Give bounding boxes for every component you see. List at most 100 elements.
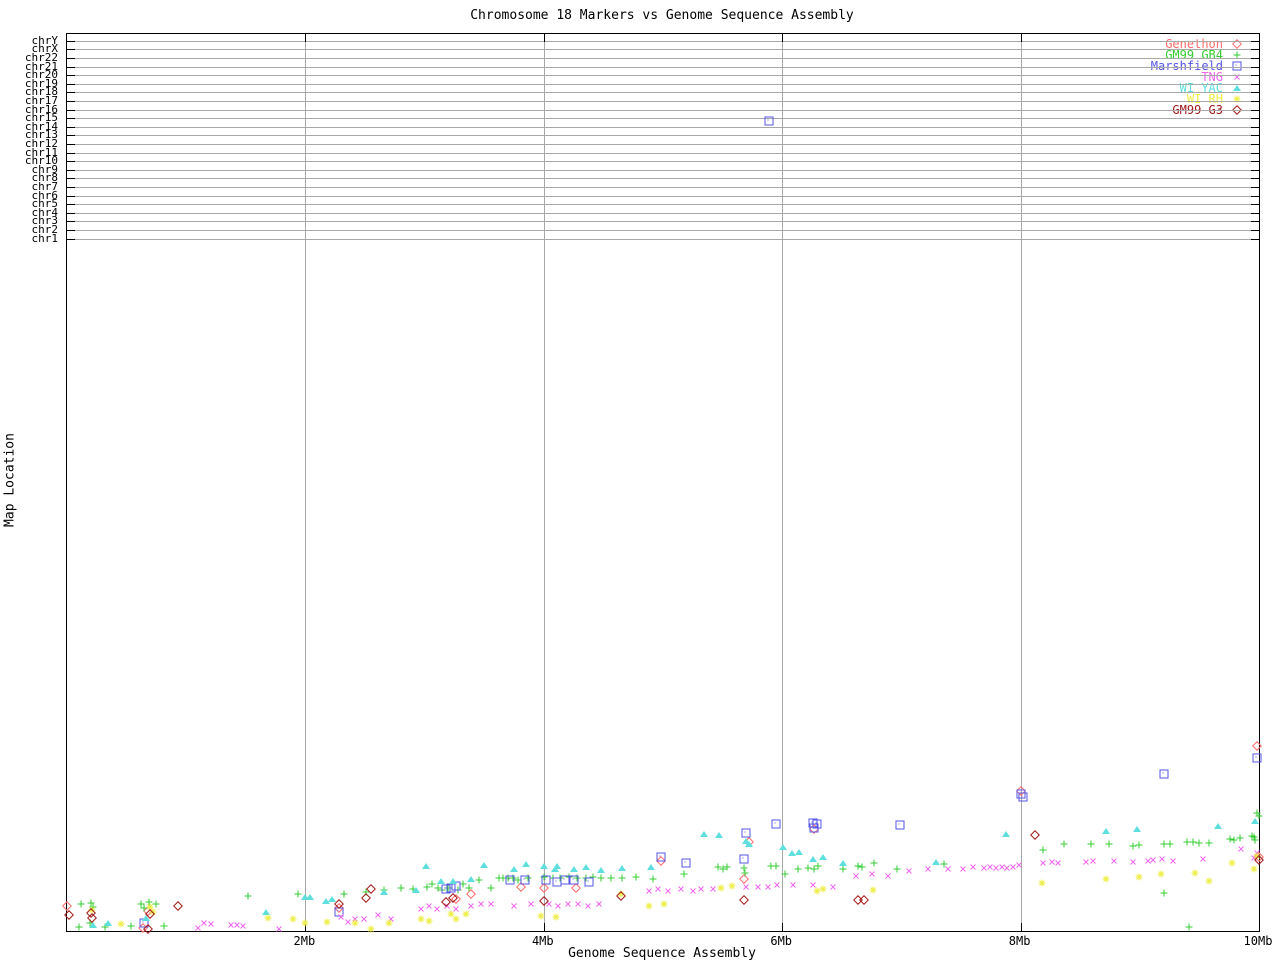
point-wi-rh [417, 915, 425, 923]
point-wi-rh [1205, 877, 1213, 885]
point-gm99-gb4 [723, 863, 731, 871]
point-gm99-g3 [859, 894, 870, 905]
point-wi-yac [1214, 823, 1223, 830]
x-tick-label-8Mb: 8Mb [1008, 934, 1031, 948]
point-gm99-gb4 [597, 874, 605, 882]
gridline-6Mb [782, 34, 784, 931]
point-wi-rh [728, 882, 736, 890]
top-tick [1020, 34, 1022, 42]
point-gm99-gb4 [1251, 836, 1259, 844]
point-tng [573, 899, 583, 909]
x-tick-label-4Mb: 4Mb [531, 934, 554, 948]
point-tng [1088, 856, 1098, 866]
triangle-marker-icon [1233, 84, 1241, 91]
right-tick [1251, 213, 1259, 215]
right-tick [1251, 144, 1259, 146]
point-tng [1236, 844, 1246, 854]
point-gm99-gb4 [1166, 840, 1174, 848]
left-tick [67, 58, 75, 60]
point-tng [509, 901, 519, 911]
point-wi-rh [385, 919, 393, 927]
point-marshfield [771, 819, 781, 829]
point-gm99-gb4 [858, 863, 866, 871]
chromosome-line-chr4 [67, 213, 1259, 215]
point-tng [851, 871, 861, 881]
point-tng [594, 899, 604, 909]
right-tick [1251, 239, 1259, 241]
point-tng [644, 886, 654, 896]
point-wi-yac [809, 856, 818, 863]
point-gm99-gb4 [607, 874, 615, 882]
point-marshfield [505, 875, 515, 885]
point-gm99-gb4 [465, 884, 473, 892]
chart-title: Chromosome 18 Markers vs Genome Sequence… [470, 8, 854, 23]
right-tick [1251, 153, 1259, 155]
point-tng [526, 899, 536, 909]
left-tick [67, 230, 75, 232]
point-gm99-gb4 [839, 865, 847, 873]
point-tng [829, 882, 839, 892]
point-gm99-gb4 [1087, 840, 1095, 848]
point-wi-rh [1102, 875, 1110, 883]
chromosome-line-chr12 [67, 144, 1259, 146]
point-wi-yac [1133, 825, 1142, 832]
point-gm99-gb4 [397, 884, 405, 892]
point-gm99-gb4 [1135, 841, 1143, 849]
right-tick [1251, 84, 1259, 86]
point-marshfield [809, 823, 819, 833]
left-tick [67, 118, 75, 120]
point-wi-rh [819, 885, 827, 893]
cross-marker-icon [1232, 72, 1242, 82]
point-gm99-gb4 [1060, 840, 1067, 848]
left-tick [67, 239, 75, 241]
point-tng [653, 884, 663, 894]
point-tng [923, 864, 933, 874]
chromosome-line-chr22 [67, 58, 1259, 60]
point-tng [663, 886, 673, 896]
point-wi-yac [794, 849, 803, 856]
point-wi-yac [103, 919, 112, 926]
point-gm99-gb4 [1236, 834, 1244, 842]
left-tick [67, 170, 75, 172]
point-marshfield [569, 875, 579, 885]
point-wi-rh [552, 913, 560, 921]
right-tick [1251, 58, 1259, 60]
point-gm99-gb4 [794, 865, 802, 873]
point-gm99-gb4 [1039, 846, 1047, 854]
left-tick [67, 153, 75, 155]
left-tick [67, 187, 75, 189]
right-tick [1251, 127, 1259, 129]
point-gm99-gb4 [1105, 840, 1113, 848]
point-wi-rh [537, 912, 545, 920]
point-tng [904, 866, 914, 876]
x-tick-label-10Mb: 10Mb [1243, 934, 1273, 948]
point-wi-rh [425, 917, 433, 925]
chromosome-line-chr1 [67, 239, 1259, 241]
point-gm99-gb4 [1185, 923, 1193, 931]
chart: Chromosome 18 Markers vs Genome Sequence… [0, 0, 1280, 961]
left-tick [67, 67, 75, 69]
right-tick [1251, 178, 1259, 180]
point-tng [1157, 854, 1167, 864]
chromosome-line-chr6 [67, 196, 1259, 198]
right-tick [1251, 92, 1259, 94]
point-wi-yac [699, 831, 708, 838]
left-tick [67, 204, 75, 206]
left-tick [67, 144, 75, 146]
left-tick [67, 178, 75, 180]
point-tng [274, 924, 284, 934]
point-tng [476, 899, 486, 909]
right-tick [1251, 67, 1259, 69]
point-wi-yac [480, 861, 489, 868]
chromosome-line-chr16 [67, 110, 1259, 112]
legend-marker [1223, 38, 1249, 49]
point-gm99-g3 [1029, 830, 1040, 840]
point-wi-yac [581, 864, 590, 871]
point-marshfield [520, 875, 530, 885]
point-wi-yac [521, 860, 530, 867]
plot-area: Genethon GM99 GB4 Marshfield TNG WI YAC WI RH… [62, 33, 1264, 935]
right-tick [1251, 135, 1259, 137]
right-tick [1251, 118, 1259, 120]
point-wi-rh [1250, 865, 1258, 873]
chromosome-line-chr13 [67, 135, 1259, 137]
